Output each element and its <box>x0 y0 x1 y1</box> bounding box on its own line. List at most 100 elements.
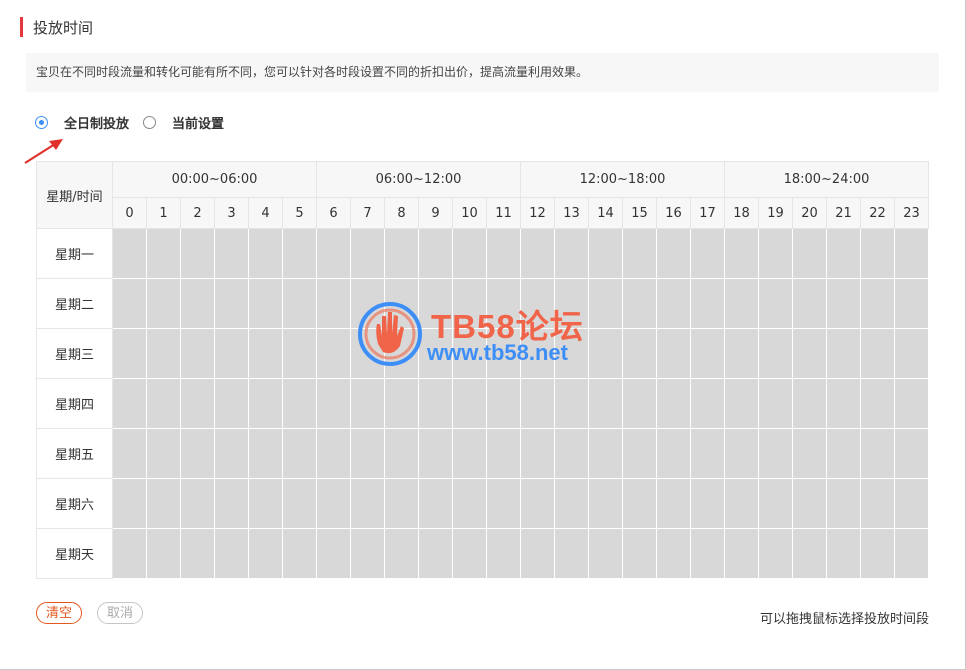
time-slot-cell[interactable] <box>316 228 351 279</box>
time-slot-cell[interactable] <box>724 378 759 429</box>
radio-checked-icon[interactable] <box>35 116 48 129</box>
time-slot-cell[interactable] <box>724 328 759 379</box>
time-slot-cell[interactable] <box>656 378 691 429</box>
time-slot-cell[interactable] <box>384 428 419 479</box>
time-slot-cell[interactable] <box>758 278 793 329</box>
time-slot-cell[interactable] <box>112 278 147 329</box>
time-slot-cell[interactable] <box>724 428 759 479</box>
time-slot-cell[interactable] <box>826 328 861 379</box>
time-slot-cell[interactable] <box>588 278 623 329</box>
time-slot-cell[interactable] <box>486 378 521 429</box>
time-slot-cell[interactable] <box>316 278 351 329</box>
time-slot-cell[interactable] <box>520 228 555 279</box>
time-slot-cell[interactable] <box>316 378 351 429</box>
time-slot-cell[interactable] <box>656 278 691 329</box>
time-slot-cell[interactable] <box>112 528 147 579</box>
time-slot-cell[interactable] <box>384 278 419 329</box>
time-slot-cell[interactable] <box>758 478 793 529</box>
time-slot-cell[interactable] <box>520 428 555 479</box>
time-slot-cell[interactable] <box>656 228 691 279</box>
time-slot-cell[interactable] <box>418 278 453 329</box>
time-slot-cell[interactable] <box>146 328 181 379</box>
time-slot-cell[interactable] <box>180 478 215 529</box>
time-slot-cell[interactable] <box>316 528 351 579</box>
time-slot-cell[interactable] <box>588 378 623 429</box>
time-slot-cell[interactable] <box>146 378 181 429</box>
time-slot-cell[interactable] <box>452 528 487 579</box>
time-slot-cell[interactable] <box>248 378 283 429</box>
time-slot-cell[interactable] <box>758 528 793 579</box>
time-slot-cell[interactable] <box>180 228 215 279</box>
time-slot-cell[interactable] <box>486 278 521 329</box>
time-slot-cell[interactable] <box>452 478 487 529</box>
time-slot-cell[interactable] <box>180 278 215 329</box>
time-slot-cell[interactable] <box>180 378 215 429</box>
radio-full-day-label[interactable]: 全日制投放 <box>64 113 129 132</box>
time-slot-cell[interactable] <box>690 428 725 479</box>
time-slot-cell[interactable] <box>282 528 317 579</box>
time-slot-cell[interactable] <box>690 278 725 329</box>
time-slot-cell[interactable] <box>860 228 895 279</box>
time-slot-cell[interactable] <box>792 528 827 579</box>
time-slot-cell[interactable] <box>248 528 283 579</box>
time-slot-cell[interactable] <box>656 328 691 379</box>
time-slot-cell[interactable] <box>452 328 487 379</box>
time-slot-cell[interactable] <box>214 478 249 529</box>
time-slot-cell[interactable] <box>622 478 657 529</box>
time-slot-cell[interactable] <box>758 378 793 429</box>
time-slot-cell[interactable] <box>248 428 283 479</box>
time-slot-cell[interactable] <box>554 378 589 429</box>
cancel-button[interactable]: 取消 <box>97 602 144 624</box>
time-slot-cell[interactable] <box>656 428 691 479</box>
time-slot-cell[interactable] <box>622 328 657 379</box>
time-slot-cell[interactable] <box>894 328 929 379</box>
time-slot-cell[interactable] <box>214 228 249 279</box>
time-slot-cell[interactable] <box>894 428 929 479</box>
time-slot-cell[interactable] <box>894 278 929 329</box>
time-slot-cell[interactable] <box>622 378 657 429</box>
time-slot-cell[interactable] <box>826 228 861 279</box>
time-slot-cell[interactable] <box>486 478 521 529</box>
time-slot-cell[interactable] <box>554 428 589 479</box>
time-slot-cell[interactable] <box>792 328 827 379</box>
time-slot-cell[interactable] <box>214 328 249 379</box>
time-slot-cell[interactable] <box>588 328 623 379</box>
time-slot-cell[interactable] <box>520 478 555 529</box>
time-slot-cell[interactable] <box>350 228 385 279</box>
time-slot-cell[interactable] <box>860 378 895 429</box>
time-slot-cell[interactable] <box>316 328 351 379</box>
time-slot-cell[interactable] <box>282 428 317 479</box>
time-slot-cell[interactable] <box>792 228 827 279</box>
time-slot-cell[interactable] <box>214 278 249 329</box>
time-slot-cell[interactable] <box>554 328 589 379</box>
time-slot-cell[interactable] <box>554 278 589 329</box>
time-slot-cell[interactable] <box>622 428 657 479</box>
time-slot-cell[interactable] <box>894 228 929 279</box>
time-slot-cell[interactable] <box>112 428 147 479</box>
radio-current-setting-label[interactable]: 当前设置 <box>172 113 224 132</box>
time-slot-cell[interactable] <box>112 478 147 529</box>
time-slot-cell[interactable] <box>486 328 521 379</box>
time-slot-cell[interactable] <box>486 428 521 479</box>
time-slot-cell[interactable] <box>792 478 827 529</box>
time-slot-cell[interactable] <box>248 328 283 379</box>
time-slot-cell[interactable] <box>588 528 623 579</box>
time-slot-cell[interactable] <box>282 278 317 329</box>
time-slot-cell[interactable] <box>384 328 419 379</box>
time-slot-cell[interactable] <box>588 428 623 479</box>
time-slot-cell[interactable] <box>146 478 181 529</box>
time-slot-cell[interactable] <box>350 278 385 329</box>
time-slot-cell[interactable] <box>894 528 929 579</box>
radio-unchecked-icon[interactable] <box>143 116 157 129</box>
time-slot-cell[interactable] <box>112 228 147 279</box>
time-slot-cell[interactable] <box>792 378 827 429</box>
time-slot-cell[interactable] <box>520 278 555 329</box>
time-slot-cell[interactable] <box>384 528 419 579</box>
time-slot-cell[interactable] <box>316 478 351 529</box>
time-slot-cell[interactable] <box>486 228 521 279</box>
time-slot-cell[interactable] <box>520 528 555 579</box>
time-slot-cell[interactable] <box>384 478 419 529</box>
time-slot-cell[interactable] <box>860 528 895 579</box>
time-slot-cell[interactable] <box>316 428 351 479</box>
time-slot-cell[interactable] <box>724 228 759 279</box>
